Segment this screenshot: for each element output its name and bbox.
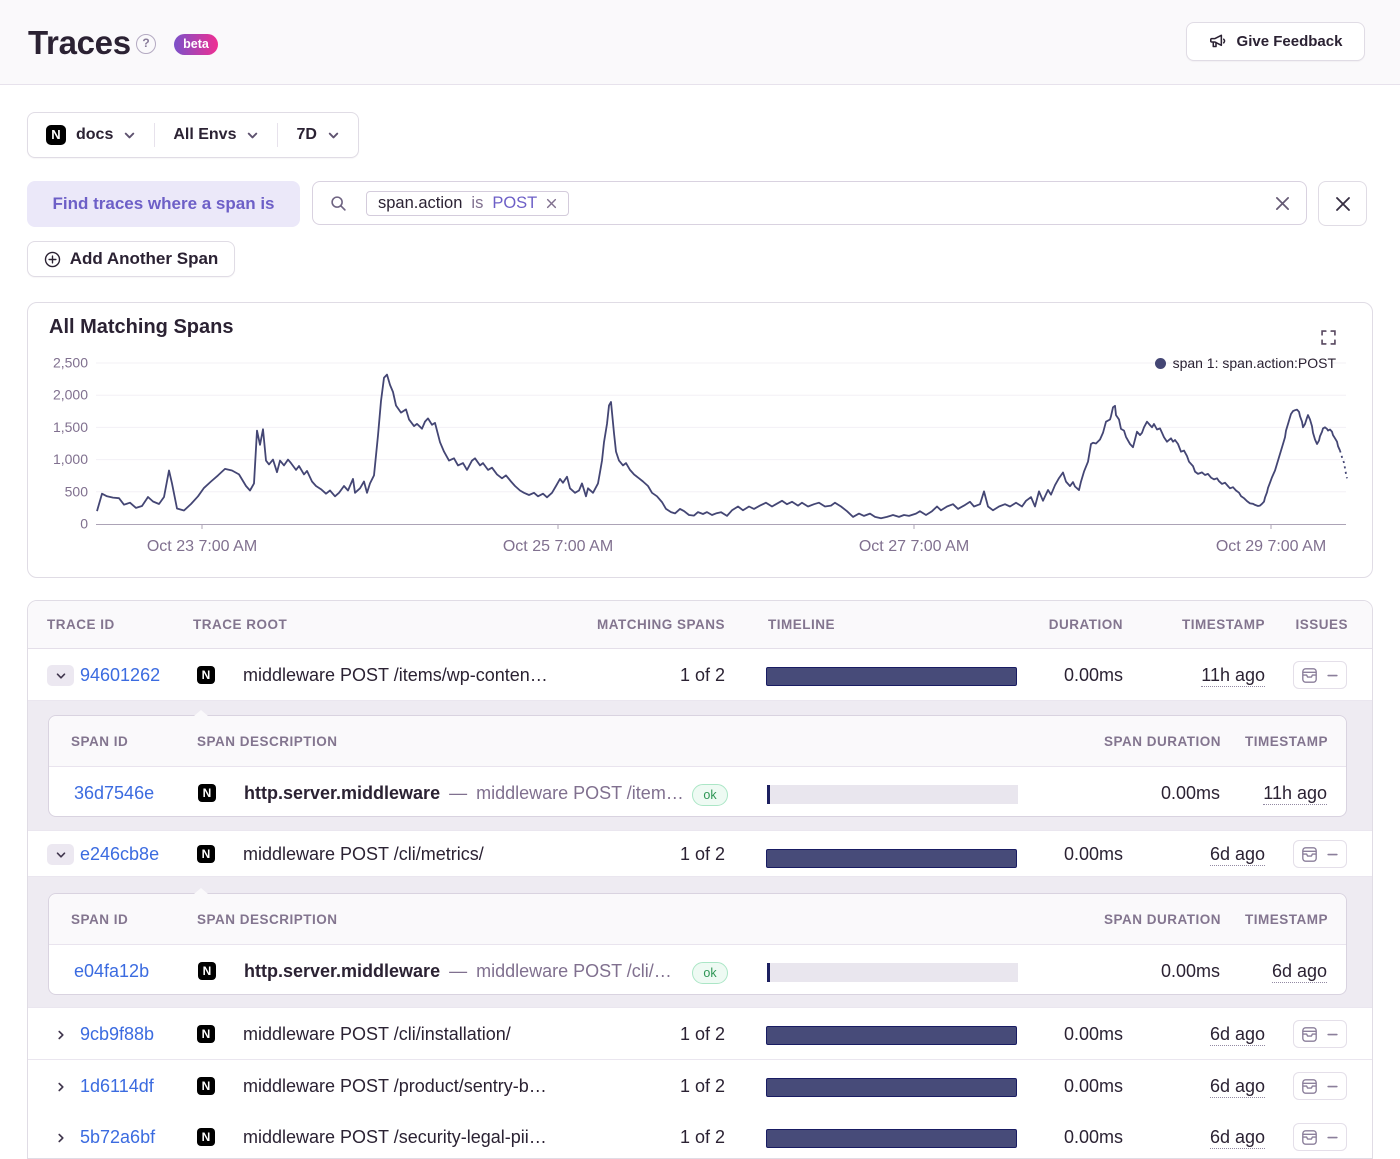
svg-text:1,000: 1,000 <box>53 451 88 467</box>
svg-text:2,500: 2,500 <box>53 355 88 371</box>
svg-text:Oct 29 7:00 AM: Oct 29 7:00 AM <box>1216 538 1326 555</box>
svg-text:2,000: 2,000 <box>53 387 88 403</box>
svg-text:Oct 27 7:00 AM: Oct 27 7:00 AM <box>859 538 969 555</box>
svg-text:500: 500 <box>65 483 89 499</box>
svg-text:Oct 25 7:00 AM: Oct 25 7:00 AM <box>503 538 613 555</box>
svg-text:Oct 23 7:00 AM: Oct 23 7:00 AM <box>147 538 257 555</box>
svg-text:1,500: 1,500 <box>53 419 88 435</box>
svg-text:0: 0 <box>80 516 88 532</box>
